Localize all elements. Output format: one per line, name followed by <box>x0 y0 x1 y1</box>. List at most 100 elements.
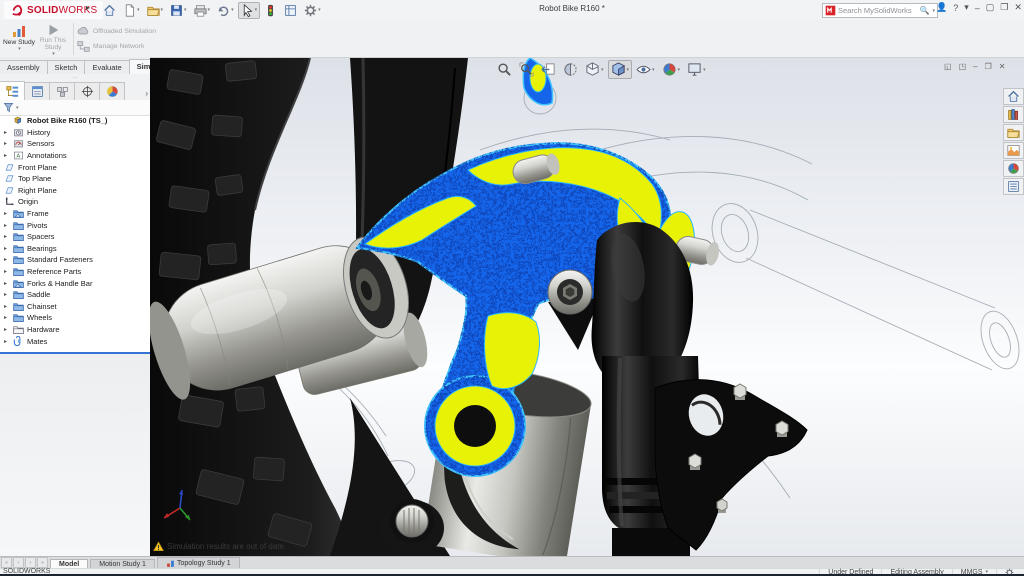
tree-item[interactable]: ▸ Wheels <box>0 312 150 324</box>
tree-item-icon <box>4 173 15 184</box>
tree-item[interactable]: ▸ Spacers <box>0 231 150 243</box>
tree-item[interactable]: ▸ Reference Parts <box>0 266 150 278</box>
dimxpertmanager-tab[interactable] <box>74 82 100 100</box>
print-icon[interactable]: ▾ <box>191 2 214 19</box>
menu-expand-arrow[interactable]: ▸ <box>86 3 90 12</box>
socket-bolt[interactable] <box>548 270 592 314</box>
new-document-icon[interactable]: ▾ <box>120 2 143 19</box>
previous-view-button[interactable] <box>538 60 559 79</box>
expand-arrow-icon[interactable]: ▸ <box>4 210 10 217</box>
rebuild-icon[interactable] <box>261 2 280 19</box>
tree-item[interactable]: ▸ Frame <box>0 208 150 220</box>
expand-arrow-icon[interactable]: ▸ <box>4 280 10 287</box>
search-caret-icon[interactable]: ▾ <box>932 8 935 14</box>
tree-item[interactable]: ▸ Sensors <box>0 138 150 150</box>
custom-properties-icon[interactable] <box>1003 178 1024 195</box>
doc-next-window-button[interactable]: ◳ <box>959 62 967 71</box>
tree-item[interactable]: ▸ Pivots <box>0 219 150 231</box>
tree-item[interactable]: ▸ Annotations <box>0 150 150 162</box>
tab-nav-button[interactable]: ‹ <box>13 557 24 568</box>
viewport-3d-scene[interactable] <box>150 58 1024 556</box>
offloaded-simulation-button[interactable]: Offloaded Simulation <box>77 24 156 39</box>
propertymanager-tab[interactable] <box>24 82 50 100</box>
expand-arrow-icon[interactable]: ▸ <box>4 303 10 310</box>
expand-arrow-icon[interactable]: ▸ <box>4 152 10 159</box>
home-icon[interactable] <box>100 2 119 19</box>
new-study-caret[interactable]: ▾ <box>18 46 21 53</box>
solidworks-resources-icon[interactable] <box>1003 88 1024 105</box>
expand-arrow-icon[interactable]: ▸ <box>4 256 10 263</box>
zoom-to-area-button[interactable] <box>516 60 537 79</box>
restore-button[interactable]: ❐ <box>1000 2 1008 13</box>
tree-item[interactable]: Top Plane <box>0 173 150 185</box>
save-icon[interactable]: ▾ <box>167 2 190 19</box>
tree-item[interactable]: ▸ Hardware <box>0 324 150 336</box>
tree-item[interactable]: ▸ Saddle <box>0 289 150 301</box>
tree-item[interactable]: Right Plane <box>0 185 150 197</box>
tree-item[interactable]: Front Plane <box>0 161 150 173</box>
command-tab[interactable]: Sketch <box>47 60 86 74</box>
close-button[interactable]: ✕ <box>1014 2 1022 13</box>
appearances-scenes-icon[interactable] <box>1003 160 1024 177</box>
tab-nav-button[interactable]: » <box>37 557 48 568</box>
tree-item[interactable]: ▸ Forks & Handle Bar <box>0 277 150 289</box>
view-orientation-button[interactable]: ▾ <box>582 60 607 79</box>
help-caret[interactable]: ▾ <box>964 2 969 13</box>
file-explorer-icon[interactable] <box>1003 124 1024 141</box>
select-icon[interactable]: ▾ <box>238 2 261 19</box>
tree-item[interactable]: ▸ Standard Fasteners <box>0 254 150 266</box>
display-style-button[interactable]: ▾ <box>608 60 633 79</box>
minimize-button[interactable]: – <box>975 3 980 13</box>
search-input[interactable]: Search MySolidWorks 🔍 ▾ <box>822 3 938 18</box>
tree-item[interactable]: ▸ Chainset <box>0 301 150 313</box>
maximize-button[interactable]: ▢ <box>986 2 995 13</box>
options-icon[interactable]: ▾ <box>301 2 324 19</box>
section-view-button[interactable] <box>560 60 581 79</box>
doc-restore-button[interactable]: ❐ <box>985 62 992 71</box>
expand-arrow-icon[interactable]: ▸ <box>4 314 10 321</box>
file-properties-icon[interactable] <box>281 2 300 19</box>
search-icon[interactable]: 🔍 <box>920 6 930 15</box>
panel-more-tabs-arrow[interactable]: › <box>145 89 148 98</box>
view-settings-button[interactable]: ▾ <box>684 60 709 79</box>
tree-filter-bar[interactable]: ▾ <box>0 100 153 116</box>
expand-arrow-icon[interactable]: ▸ <box>4 338 10 345</box>
tab-nav-button[interactable]: « <box>1 557 12 568</box>
design-library-icon[interactable] <box>1003 106 1024 123</box>
expand-arrow-icon[interactable]: ▸ <box>4 291 10 298</box>
open-icon[interactable]: ▾ <box>144 2 167 19</box>
configurationmanager-tab[interactable] <box>49 82 75 100</box>
zoom-to-fit-button[interactable] <box>494 60 515 79</box>
login-button[interactable]: 👤 <box>936 2 947 13</box>
hide-show-items-button[interactable]: ▾ <box>633 60 658 79</box>
edit-appearance-button[interactable]: ▾ <box>659 60 684 79</box>
expand-arrow-icon[interactable]: ▸ <box>4 233 10 240</box>
tree-item[interactable]: Origin <box>0 196 150 208</box>
view-palette-icon[interactable] <box>1003 142 1024 159</box>
expand-arrow-icon[interactable]: ▸ <box>4 222 10 229</box>
featuremanager-tab[interactable] <box>0 81 25 100</box>
doc-minimize-button[interactable]: – <box>973 62 977 71</box>
doc-close-button[interactable]: ✕ <box>999 62 1006 71</box>
doc-previous-window-button[interactable]: ◱ <box>944 62 952 71</box>
expand-arrow-icon[interactable]: ▸ <box>4 140 10 147</box>
help-button[interactable]: ? <box>953 3 958 13</box>
tree-item[interactable]: ▸ Mates <box>0 335 150 347</box>
tree-item[interactable]: ▸ History <box>0 127 150 139</box>
new-study-button[interactable]: New Study ▾ <box>2 21 36 58</box>
displaymanager-tab[interactable] <box>99 82 125 100</box>
expand-arrow-icon[interactable]: ▸ <box>4 245 10 252</box>
expand-arrow-icon[interactable]: ▸ <box>4 268 10 275</box>
tree-root-item[interactable]: Robot Bike R160 (TS_) <box>0 115 150 127</box>
expand-arrow-icon[interactable]: ▸ <box>4 326 10 333</box>
expand-arrow-icon[interactable]: ▸ <box>4 129 10 136</box>
tree-item[interactable]: ▸ Bearings <box>0 243 150 255</box>
run-this-study-button[interactable]: Run This Study ▾ <box>36 21 70 58</box>
manage-network-button[interactable]: Manage Network <box>77 39 156 54</box>
command-tab[interactable]: Evaluate <box>84 60 129 74</box>
command-tab[interactable]: Assembly <box>0 60 48 74</box>
undo-icon[interactable]: ▾ <box>214 2 237 19</box>
filter-caret-icon[interactable]: ▾ <box>16 105 19 111</box>
tab-nav-button[interactable]: › <box>25 557 36 568</box>
panel-grip[interactable]: … <box>0 74 150 81</box>
